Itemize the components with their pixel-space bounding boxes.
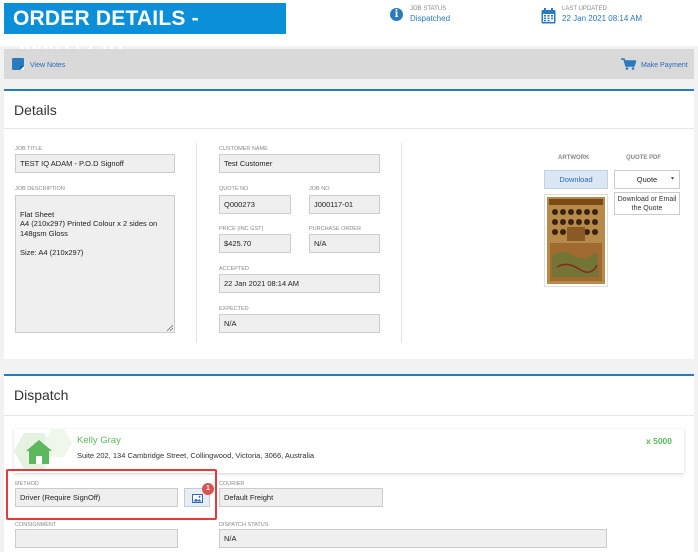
artwork-image — [547, 197, 605, 284]
customer-address: Suite 202, 134 Cambridge Street, Colling… — [77, 451, 315, 460]
house-icon — [14, 429, 72, 473]
job-description-field[interactable]: Flat Sheet A4 (210x297) Printed Colour x… — [15, 195, 175, 333]
price-field[interactable]: $425.70 — [219, 234, 291, 253]
customer-name-label: CUSTOMER NAME — [219, 146, 268, 152]
accepted-label: ACCEPTED — [219, 266, 249, 272]
artwork-heading: ARTWORK — [558, 155, 590, 161]
details-panel: Details JOB TITLE TEST IQ ADAM - P.O.D S… — [4, 89, 694, 359]
view-notes-button[interactable]: View Notes — [12, 58, 65, 72]
details-heading: Details — [4, 91, 694, 129]
dispatch-quantity: x 5000 — [646, 436, 672, 446]
job-no-label: JOB NO — [309, 186, 330, 192]
shopping-cart-icon — [621, 58, 637, 72]
job-status-label: JOB STATUS — [410, 6, 447, 12]
calendar-icon — [541, 8, 556, 24]
expected-field[interactable]: N/A — [219, 314, 380, 333]
consignment-field[interactable] — [15, 529, 178, 548]
method-highlight-box — [6, 469, 217, 520]
delivery-address-card[interactable]: Kelly Gray Suite 202, 134 Cambridge Stre… — [14, 429, 684, 473]
quote-pdf-select[interactable]: Quote ▾ — [614, 170, 680, 189]
consignment-label: CONSIGNMENT — [15, 522, 57, 528]
resize-grip-icon[interactable] — [167, 325, 173, 331]
dispatch-panel: Dispatch Kelly Gray Suite 202, 134 Cambr… — [4, 374, 694, 552]
column-divider — [196, 143, 197, 343]
job-title-field[interactable]: TEST IQ ADAM - P.O.D Signoff — [15, 154, 175, 173]
make-payment-button[interactable]: Make Payment — [621, 58, 688, 72]
job-description-label: JOB DESCRIPTION — [15, 186, 65, 192]
job-title-label: JOB TITLE — [15, 146, 43, 152]
chevron-down-icon: ▾ — [670, 176, 674, 182]
courier-label: COURIER — [219, 481, 245, 487]
last-updated: LAST UPDATED 22 Jan 2021 08:14 AM — [541, 6, 642, 25]
customer-name-field[interactable]: Test Customer — [219, 154, 380, 173]
last-updated-label: LAST UPDATED — [562, 6, 607, 12]
artwork-thumbnail[interactable] — [544, 194, 608, 287]
toolbar: View Notes Make Payment — [4, 49, 694, 79]
customer-name: Kelly Gray — [77, 435, 121, 446]
last-updated-value: 22 Jan 2021 08:14 AM — [562, 14, 643, 23]
purchase-order-field[interactable]: N/A — [309, 234, 380, 253]
make-payment-label: Make Payment — [641, 61, 688, 69]
page-header: ORDER DETAILS - J000117-01 i JOB STATUS … — [0, 0, 698, 61]
accepted-field[interactable]: 22 Jan 2021 08:14 AM — [219, 274, 380, 293]
quote-no-field[interactable]: Q000273 — [219, 195, 291, 214]
info-circle-icon: i — [390, 8, 404, 22]
notes-icon — [12, 58, 25, 72]
quote-no-label: QUOTE NO — [219, 186, 249, 192]
page-title: ORDER DETAILS - J000117-01 — [4, 3, 286, 61]
quote-download-alt-text: Download or Email the Quote — [617, 196, 677, 212]
job-status-value: Dispatched — [410, 14, 451, 23]
artwork-download-button[interactable]: Download — [544, 170, 608, 189]
job-description-text: Flat Sheet A4 (210x297) Printed Colour x… — [20, 209, 158, 257]
column-divider — [401, 143, 402, 343]
expected-label: EXPECTED — [219, 306, 249, 312]
job-status: i JOB STATUS Dispatched — [390, 6, 450, 25]
dispatch-status-field[interactable]: N/A — [219, 529, 607, 548]
price-label: PRICE (INC GST) — [219, 226, 264, 232]
dispatch-status-label: DISPATCH STATUS — [219, 522, 269, 528]
quote-download-image[interactable]: Download or Email the Quote — [614, 192, 680, 215]
dispatch-heading: Dispatch — [4, 376, 694, 416]
quote-pdf-selected: Quote — [636, 175, 658, 184]
courier-field[interactable]: Default Freight — [219, 488, 383, 507]
job-no-field[interactable]: J000117-01 — [309, 195, 380, 214]
view-notes-label: View Notes — [30, 61, 66, 69]
quote-pdf-heading: QUOTE PDF — [626, 155, 662, 161]
purchase-order-label: PURCHASE ORDER — [309, 226, 361, 232]
